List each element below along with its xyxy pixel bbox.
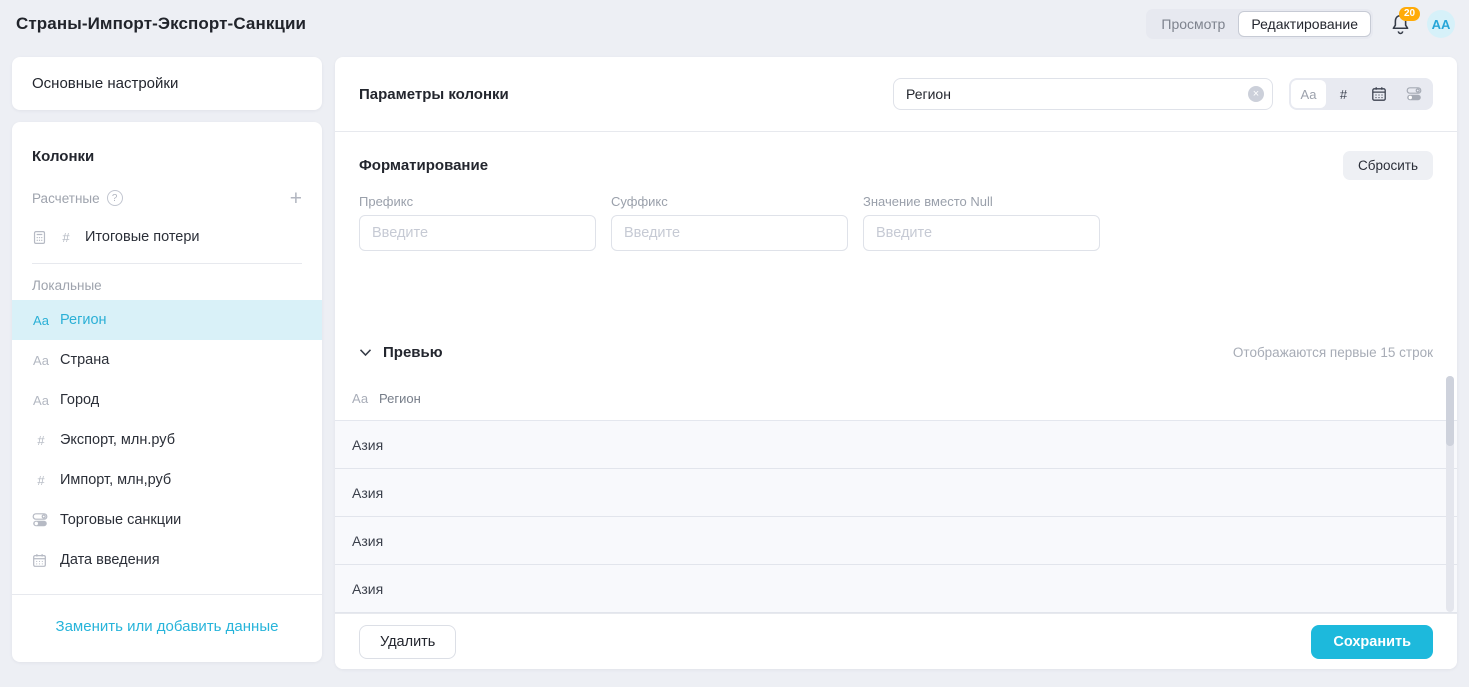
table-row: Азия bbox=[335, 469, 1457, 517]
table-row: Азия bbox=[335, 421, 1457, 469]
help-icon[interactable]: ? bbox=[107, 190, 123, 206]
sidebar-item-column-sanctions[interactable]: Торговые санкции bbox=[12, 500, 322, 540]
toggle-icon bbox=[32, 512, 50, 528]
preview-header: Превью Отображаются первые 15 строк bbox=[335, 328, 1457, 376]
column-label: Дата введения bbox=[60, 552, 160, 568]
text-type-icon: Aa bbox=[32, 393, 50, 408]
suffix-label: Суффикс bbox=[611, 194, 848, 209]
avatar[interactable]: AA bbox=[1427, 10, 1455, 38]
clear-icon[interactable]: × bbox=[1248, 86, 1264, 102]
cell-value: Азия bbox=[352, 485, 383, 501]
sidebar: Основные настройки Колонки Расчетные ? + bbox=[12, 57, 322, 669]
sidebar-item-column-export[interactable]: # Экспорт, млн.руб bbox=[12, 420, 322, 460]
formatting-title: Форматирование bbox=[359, 157, 488, 174]
notifications-button[interactable]: 20 bbox=[1387, 11, 1413, 37]
sidebar-item-column-city[interactable]: Aa Город bbox=[12, 380, 322, 420]
cell-value: Азия bbox=[352, 437, 383, 453]
null-value-input[interactable] bbox=[863, 215, 1100, 251]
local-section-label: Локальные bbox=[12, 270, 322, 300]
number-type-icon: # bbox=[32, 473, 50, 488]
main-settings-label: Основные настройки bbox=[32, 75, 178, 92]
columns-panel: Колонки Расчетные ? + bbox=[12, 122, 322, 662]
column-label: Торговые санкции bbox=[60, 512, 181, 528]
column-label: Город bbox=[60, 392, 99, 408]
save-button[interactable]: Сохранить bbox=[1311, 625, 1433, 659]
panel-title: Параметры колонки bbox=[359, 86, 509, 103]
preview-rows-note: Отображаются первые 15 строк bbox=[1233, 345, 1433, 360]
scrollbar-thumb[interactable] bbox=[1446, 376, 1454, 446]
text-type-icon: Aa bbox=[32, 313, 50, 328]
panel-footer: Удалить Сохранить bbox=[335, 613, 1457, 669]
suffix-input[interactable] bbox=[611, 215, 848, 251]
column-label: Итоговые потери bbox=[85, 229, 200, 245]
column-label: Экспорт, млн.руб bbox=[60, 432, 175, 448]
sidebar-item-column-region[interactable]: Aa Регион bbox=[12, 300, 322, 340]
calculator-icon bbox=[32, 230, 47, 245]
add-calculated-column-button[interactable]: + bbox=[290, 188, 302, 209]
reset-button[interactable]: Сбросить bbox=[1343, 151, 1433, 180]
mode-edit-button[interactable]: Редактирование bbox=[1238, 11, 1371, 37]
formatting-section: Форматирование Сбросить Префикс Суффикс … bbox=[335, 132, 1457, 328]
type-text-button[interactable]: Aa bbox=[1291, 80, 1326, 108]
number-type-icon: # bbox=[32, 433, 50, 448]
table-row: Азия bbox=[335, 517, 1457, 565]
column-header-label: Регион bbox=[379, 391, 421, 406]
replace-or-add-data-link[interactable]: Заменить или добавить данные bbox=[12, 595, 322, 658]
type-boolean-button[interactable] bbox=[1396, 80, 1431, 108]
sidebar-item-column-import[interactable]: # Импорт, млн,руб bbox=[12, 460, 322, 500]
prefix-input[interactable] bbox=[359, 215, 596, 251]
column-label: Импорт, млн,руб bbox=[60, 472, 171, 488]
mode-view-button[interactable]: Просмотр bbox=[1148, 11, 1238, 37]
column-name-input[interactable] bbox=[893, 78, 1273, 110]
sidebar-item-column-date[interactable]: Дата введения bbox=[12, 540, 322, 580]
page-title: Страны-Импорт-Экспорт-Санкции bbox=[16, 14, 306, 34]
mode-toggle: Просмотр Редактирование bbox=[1146, 9, 1373, 39]
calendar-icon bbox=[32, 553, 50, 568]
text-type-icon: Aa bbox=[32, 353, 50, 368]
cell-value: Азия bbox=[352, 533, 383, 549]
column-label: Страна bbox=[60, 352, 109, 368]
calculated-section-label: Расчетные bbox=[32, 191, 100, 206]
type-date-button[interactable] bbox=[1361, 80, 1396, 108]
text-type-icon: Аа bbox=[352, 391, 368, 406]
prefix-label: Префикс bbox=[359, 194, 596, 209]
notification-badge: 20 bbox=[1399, 7, 1420, 21]
type-number-button[interactable]: # bbox=[1326, 80, 1361, 108]
cell-value: Азия bbox=[352, 581, 383, 597]
preview-table: Аа Регион Азия Азия Азия Азия bbox=[335, 376, 1457, 613]
sidebar-item-column-country[interactable]: Aa Страна bbox=[12, 340, 322, 380]
column-params-panel: Параметры колонки × Aa # bbox=[335, 57, 1457, 669]
sidebar-item-calculated-column[interactable]: # Итоговые потери bbox=[12, 217, 322, 257]
number-type-icon: # bbox=[57, 230, 75, 245]
null-value-label: Значение вместо Null bbox=[863, 194, 1100, 209]
preview-table-header: Аа Регион bbox=[335, 376, 1457, 421]
calendar-icon bbox=[1371, 86, 1387, 102]
columns-panel-title: Колонки bbox=[32, 148, 302, 165]
topbar: Страны-Импорт-Экспорт-Санкции Просмотр Р… bbox=[0, 0, 1469, 48]
chevron-down-icon[interactable] bbox=[359, 348, 372, 357]
column-label: Регион bbox=[60, 312, 107, 328]
delete-button[interactable]: Удалить bbox=[359, 625, 456, 659]
preview-scrollbar[interactable] bbox=[1446, 376, 1454, 612]
divider bbox=[32, 263, 302, 264]
preview-title: Превью bbox=[383, 344, 443, 361]
toggle-icon bbox=[1406, 86, 1422, 102]
column-type-switcher: Aa # bbox=[1289, 78, 1433, 110]
table-row: Азия bbox=[335, 565, 1457, 613]
sidebar-item-main-settings[interactable]: Основные настройки bbox=[12, 57, 322, 110]
